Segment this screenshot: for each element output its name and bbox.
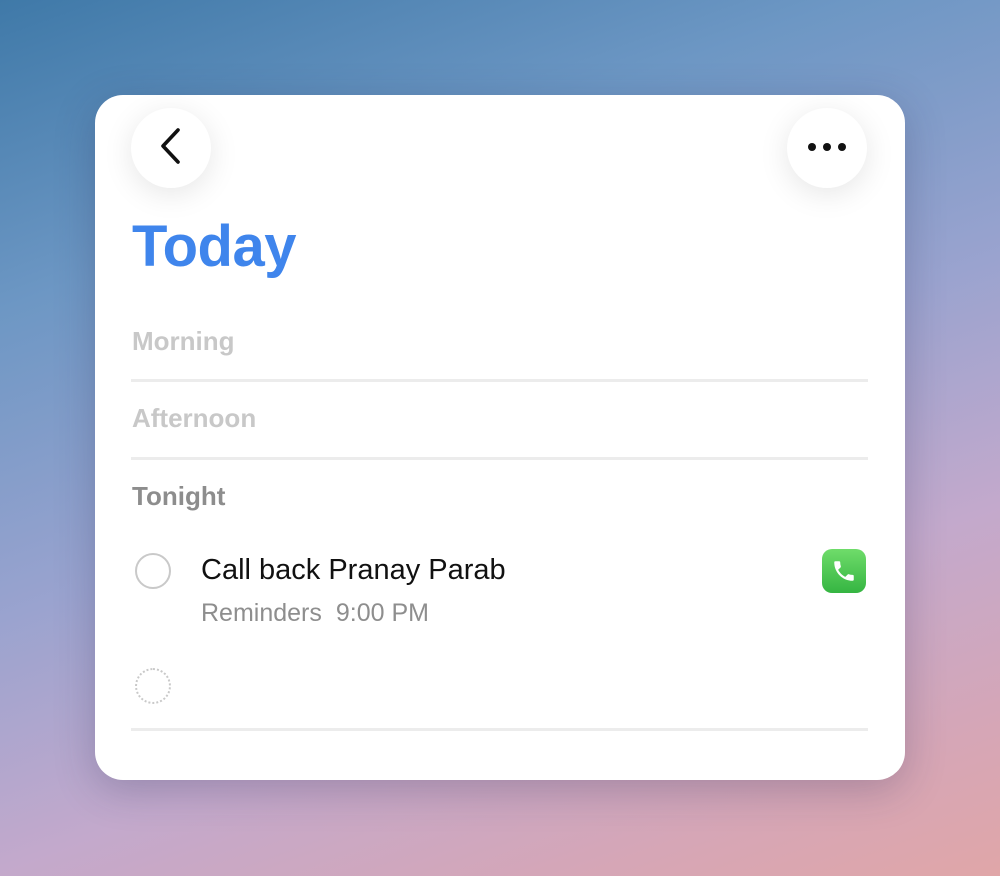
phone-icon[interactable]	[822, 549, 866, 593]
today-card: Today Morning Afternoon Tonight Call bac…	[95, 95, 905, 780]
section-morning[interactable]: Morning	[132, 328, 235, 354]
page-title: Today	[132, 214, 297, 279]
task-meta: Reminders 9:00 PM	[201, 601, 429, 626]
section-tonight[interactable]: Tonight	[132, 483, 225, 509]
chevron-left-icon	[158, 126, 184, 171]
task-time: 9:00 PM	[335, 599, 429, 627]
task-list-name: Reminders	[201, 599, 322, 627]
more-options-button[interactable]	[787, 108, 867, 188]
divider	[131, 457, 868, 460]
new-task-placeholder-circle[interactable]	[135, 668, 171, 704]
ellipsis-icon	[807, 139, 847, 157]
divider	[131, 728, 868, 731]
task-complete-checkbox[interactable]	[135, 553, 171, 589]
back-button[interactable]	[131, 108, 211, 188]
task-title[interactable]: Call back Pranay Parab	[201, 556, 506, 585]
divider	[131, 379, 868, 382]
section-afternoon[interactable]: Afternoon	[132, 405, 256, 431]
